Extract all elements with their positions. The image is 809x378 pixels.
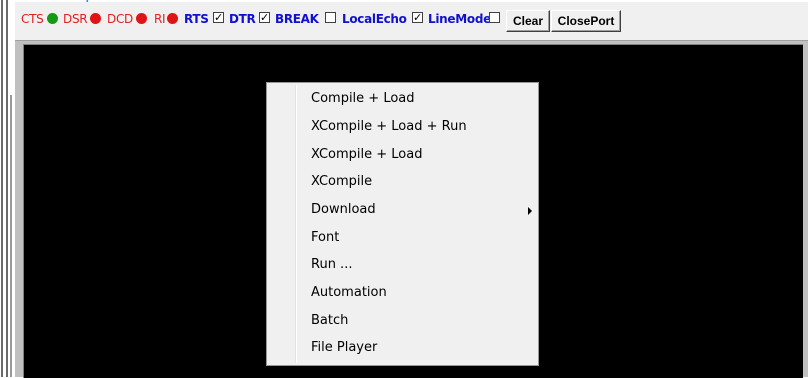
linemode-checkbox[interactable]: [489, 12, 500, 23]
context-menu: Compile + Load XCompile + Load + Run XCo…: [266, 82, 539, 366]
window-left-edge: [0, 0, 14, 377]
menu-item-xcompile-load[interactable]: XCompile + Load: [311, 145, 422, 165]
localecho-checkbox[interactable]: ✓: [412, 12, 423, 23]
submenu-arrow-icon: [528, 207, 532, 215]
clear-button[interactable]: Clear: [506, 10, 550, 32]
ri-label: RI: [154, 12, 166, 26]
dsr-indicator-icon: [90, 13, 101, 24]
break-label: BREAK: [275, 12, 319, 26]
frame-line: [6, 0, 8, 377]
menu-item-batch[interactable]: Batch: [311, 311, 348, 331]
menu-item-download[interactable]: Download: [311, 200, 376, 220]
dsr-label: DSR: [63, 12, 88, 26]
menu-item-automation[interactable]: Automation: [311, 283, 387, 303]
menu-gutter-divider: [296, 85, 297, 363]
menu-item-run[interactable]: Run ...: [311, 255, 352, 275]
break-checkbox[interactable]: [325, 12, 336, 23]
frame-line: [10, 95, 12, 377]
cts-indicator-icon: [47, 13, 58, 24]
dtr-checkbox[interactable]: ✓: [259, 12, 270, 23]
menu-item-compile-load[interactable]: Compile + Load: [311, 89, 415, 109]
rts-label: RTS: [184, 12, 209, 26]
cts-label: CTS: [21, 12, 44, 26]
linemode-label: LineMode: [428, 12, 491, 26]
toolbar: CTS DSR DCD RI RTS ✓ DTR ✓ BREAK LocalEc…: [15, 2, 808, 41]
closeport-button[interactable]: ClosePort: [551, 10, 621, 32]
menu-item-xcompile-load-run[interactable]: XCompile + Load + Run: [311, 117, 467, 137]
menu-item-font[interactable]: Font: [311, 228, 339, 248]
menu-item-file-player[interactable]: File Player: [311, 338, 377, 358]
dcd-label: DCD: [107, 12, 133, 26]
menu-item-xcompile[interactable]: XCompile: [311, 172, 372, 192]
localecho-label: LocalEcho: [342, 12, 407, 26]
dcd-indicator-icon: [136, 13, 147, 24]
frame-line: [1, 0, 3, 377]
ri-indicator-icon: [167, 13, 178, 24]
dtr-label: DTR: [229, 12, 256, 26]
rts-checkbox[interactable]: ✓: [213, 12, 224, 23]
